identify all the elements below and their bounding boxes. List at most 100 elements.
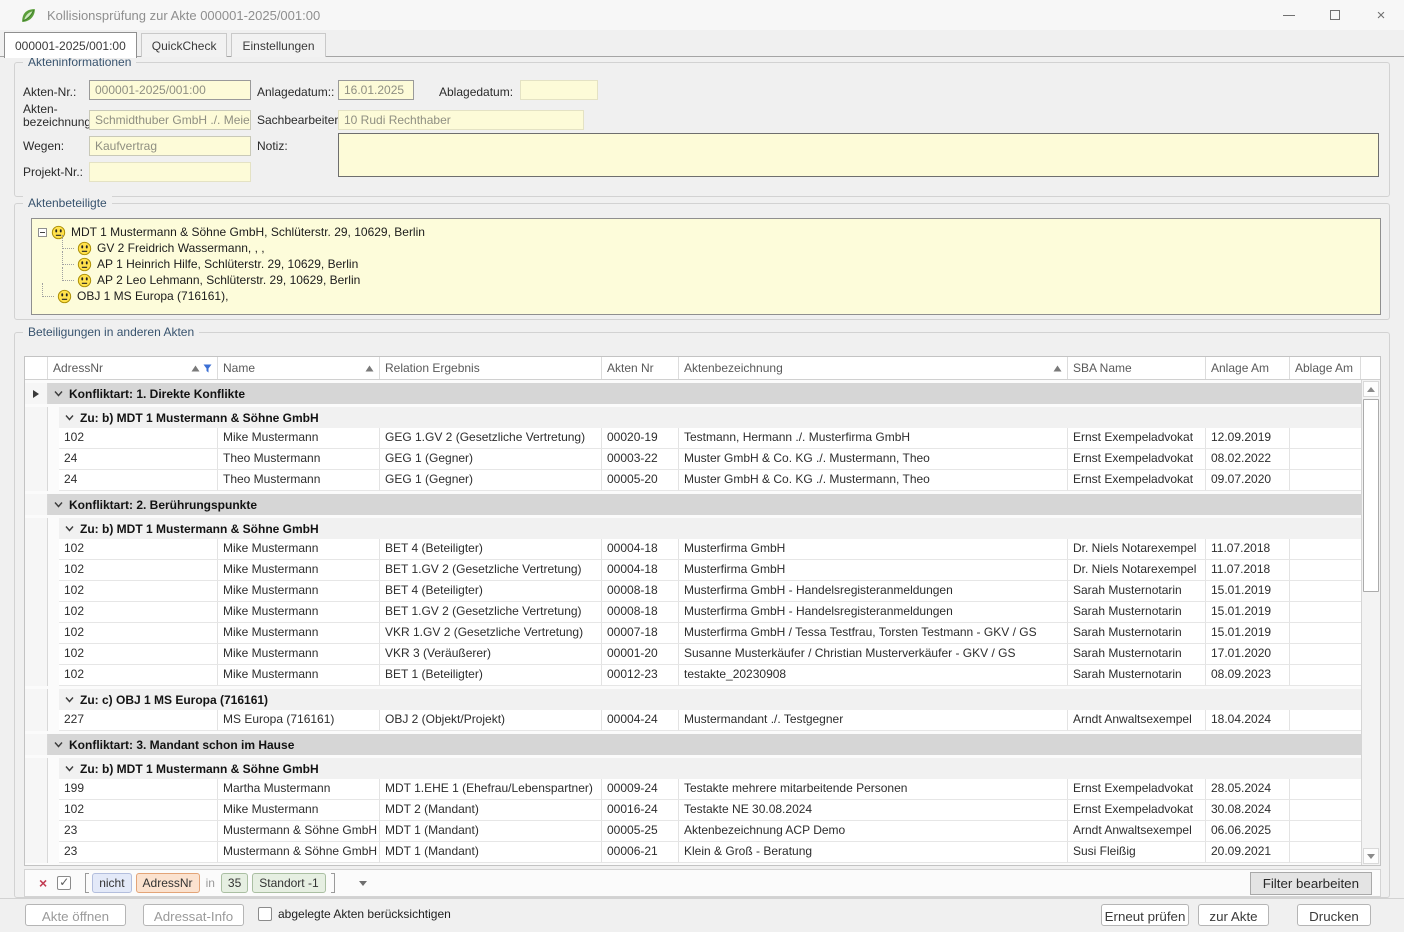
table-row[interactable]: 102Mike MustermannBET 1.GV 2 (Gesetzlich… [25,560,1361,581]
table-row[interactable]: 24Theo MustermannGEG 1 (Gegner)00003-22M… [25,449,1361,470]
table-row[interactable]: 102Mike MustermannBET 1.GV 2 (Gesetzlich… [25,602,1361,623]
cell-name[interactable]: MS Europa (716161) [218,710,380,731]
cell-akten-nr[interactable]: 00020-19 [602,428,679,449]
cell-akten-nr[interactable]: 00004-18 [602,560,679,581]
cell-relation-ergebnis[interactable]: BET 1 (Beteiligter) [380,665,602,686]
cell-adressnr[interactable]: 23 [59,842,218,863]
cell-akten-nr[interactable]: 00003-22 [602,449,679,470]
cell-akten-nr[interactable]: 00006-21 [602,842,679,863]
cell-adressnr[interactable]: 102 [59,428,218,449]
subgroup-row[interactable]: Zu: b) MDT 1 Mustermann & Söhne GmbH [25,407,1361,428]
cell-anlage-am[interactable]: 08.02.2022 [1206,449,1290,470]
cell-ablage-am[interactable] [1290,779,1361,800]
aktenbezeichnung-field[interactable]: Schmidthuber GmbH ./. Meier [89,110,251,130]
print-button[interactable]: Drucken [1297,904,1371,926]
cell-relation-ergebnis[interactable]: VKR 3 (Veräußerer) [380,644,602,665]
table-row[interactable]: 102Mike MustermannMDT 2 (Mandant)00016-2… [25,800,1361,821]
column-header-adressnr[interactable]: AdressNr [48,357,218,379]
cell-name[interactable]: Martha Mustermann [218,779,380,800]
cell-ablage-am[interactable] [1290,470,1361,491]
cell-sba-name[interactable]: Sarah Musternotarin [1068,665,1206,686]
table-row[interactable]: 199Martha MustermannMDT 1.EHE 1 (Ehefrau… [25,779,1361,800]
tab-einstellungen[interactable]: Einstellungen [231,33,325,57]
tree-item[interactable]: AP 1 Heinrich Hilfe, Schlüterstr. 29, 10… [58,256,1376,272]
cell-aktenbezeichnung[interactable]: Muster GmbH & Co. KG ./. Mustermann, The… [679,470,1068,491]
cell-aktenbezeichnung[interactable]: Susanne Musterkäufer / Christian Musterv… [679,644,1068,665]
cell-relation-ergebnis[interactable]: GEG 1 (Gegner) [380,470,602,491]
cell-adressnr[interactable]: 227 [59,710,218,731]
tab-quickcheck[interactable]: QuickCheck [141,33,228,57]
sachbearbeiter-field[interactable]: 10 Rudi Rechthaber [338,110,584,130]
cell-akten-nr[interactable]: 00016-24 [602,800,679,821]
cell-relation-ergebnis[interactable]: BET 4 (Beteiligter) [380,581,602,602]
cell-name[interactable]: Mike Mustermann [218,665,380,686]
cell-ablage-am[interactable] [1290,623,1361,644]
to-file-button[interactable]: zur Akte [1198,904,1269,926]
table-row[interactable]: 102Mike MustermannVKR 1.GV 2 (Gesetzlich… [25,623,1361,644]
cell-aktenbezeichnung[interactable]: Klein & Groß - Beratung [679,842,1068,863]
cell-akten-nr[interactable]: 00001-20 [602,644,679,665]
cell-adressnr[interactable]: 102 [59,800,218,821]
group-header[interactable]: Konfliktart: 3. Mandant schon im Hause [48,734,1361,755]
aktenbeteiligte-tree[interactable]: MDT 1 Mustermann & Söhne GmbH, Schlüters… [31,218,1381,315]
cell-akten-nr[interactable]: 00008-18 [602,602,679,623]
cell-name[interactable]: Mustermann & Söhne GmbH [218,842,380,863]
group-row-konfliktart-3-mandant-schon-im-hause[interactable]: Konfliktart: 3. Mandant schon im Hause [25,734,1361,755]
subgroup-row[interactable]: Zu: c) OBJ 1 MS Europa (716161) [25,689,1361,710]
notiz-field[interactable] [338,133,1379,177]
cell-anlage-am[interactable]: 08.09.2023 [1206,665,1290,686]
cell-anlage-am[interactable]: 09.07.2020 [1206,470,1290,491]
cell-sba-name[interactable]: Arndt Anwaltsexempel [1068,710,1206,731]
cell-name[interactable]: Mustermann & Söhne GmbH [218,821,380,842]
cell-anlage-am[interactable]: 11.07.2018 [1206,560,1290,581]
cell-akten-nr[interactable]: 00008-18 [602,581,679,602]
table-row[interactable]: 23Mustermann & Söhne GmbHMDT 1 (Mandant)… [25,842,1361,863]
cell-akten-nr[interactable]: 00009-24 [602,779,679,800]
cell-adressnr[interactable]: 102 [59,602,218,623]
cell-aktenbezeichnung[interactable]: Musterfirma GmbH / Tessa Testfrau, Torst… [679,623,1068,644]
recheck-button[interactable]: Erneut prüfen [1101,904,1189,926]
filter-chip-adressnr[interactable]: AdressNr [136,873,200,893]
cell-name[interactable]: Mike Mustermann [218,428,380,449]
cell-sba-name[interactable]: Sarah Musternotarin [1068,581,1206,602]
cell-name[interactable]: Theo Mustermann [218,470,380,491]
cell-sba-name[interactable]: Arndt Anwaltsexempel [1068,821,1206,842]
cell-sba-name[interactable]: Ernst Exempeladvokat [1068,449,1206,470]
close-button[interactable]: × [1358,0,1404,30]
subgroup-header[interactable]: Zu: c) OBJ 1 MS Europa (716161) [59,689,1361,710]
scroll-down-button[interactable] [1363,848,1379,864]
cell-anlage-am[interactable]: 17.01.2020 [1206,644,1290,665]
cell-sba-name[interactable]: Sarah Musternotarin [1068,623,1206,644]
minimize-button[interactable] [1266,0,1312,30]
cell-akten-nr[interactable]: 00005-20 [602,470,679,491]
table-row[interactable]: 227MS Europa (716161)OBJ 2 (Objekt/Proje… [25,710,1361,731]
cell-relation-ergebnis[interactable]: GEG 1 (Gegner) [380,449,602,470]
cell-relation-ergebnis[interactable]: MDT 2 (Mandant) [380,800,602,821]
cell-aktenbezeichnung[interactable]: Testakte NE 30.08.2024 [679,800,1068,821]
cell-akten-nr[interactable]: 00012-23 [602,665,679,686]
filter-chip-standort-1[interactable]: Standort -1 [252,873,325,893]
column-header-anlage-am[interactable]: Anlage Am [1206,357,1290,379]
cell-aktenbezeichnung[interactable]: Musterfirma GmbH [679,560,1068,581]
group-header[interactable]: Konfliktart: 2. Berührungspunkte [48,494,1361,515]
cell-akten-nr[interactable]: 00004-18 [602,539,679,560]
maximize-button[interactable] [1312,0,1358,30]
group-header[interactable]: Konfliktart: 1. Direkte Konflikte [48,383,1361,404]
table-row[interactable]: 102Mike MustermannBET 1 (Beteiligter)000… [25,665,1361,686]
filter-chip-35[interactable]: 35 [221,873,248,893]
cell-adressnr[interactable]: 24 [59,449,218,470]
cell-relation-ergebnis[interactable]: BET 4 (Beteiligter) [380,539,602,560]
cell-anlage-am[interactable]: 11.07.2018 [1206,539,1290,560]
cell-name[interactable]: Mike Mustermann [218,800,380,821]
cell-name[interactable]: Theo Mustermann [218,449,380,470]
tree-item[interactable]: OBJ 1 MS Europa (716161), [38,288,1376,304]
cell-adressnr[interactable]: 102 [59,665,218,686]
column-header-akten-nr[interactable]: Akten Nr [602,357,679,379]
cell-akten-nr[interactable]: 00007-18 [602,623,679,644]
cell-aktenbezeichnung[interactable]: Musterfirma GmbH - Handelsregisteranmeld… [679,581,1068,602]
filter-chip-nicht[interactable]: nicht [92,873,131,893]
cell-anlage-am[interactable]: 18.04.2024 [1206,710,1290,731]
cell-adressnr[interactable]: 199 [59,779,218,800]
column-header-relation-ergebnis[interactable]: Relation Ergebnis [380,357,602,379]
cell-ablage-am[interactable] [1290,581,1361,602]
